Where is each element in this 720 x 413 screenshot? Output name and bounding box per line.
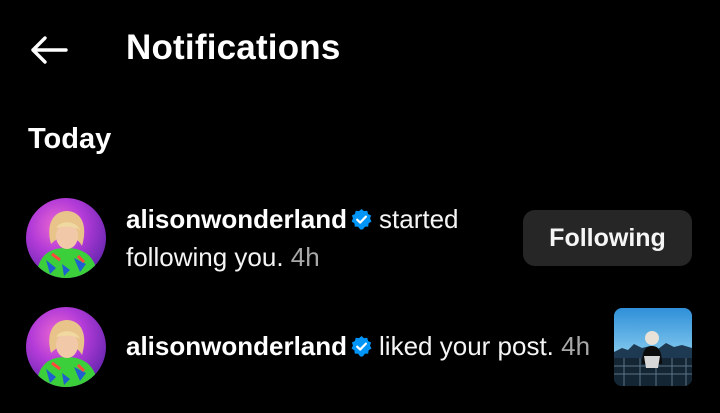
verified-badge-icon bbox=[350, 205, 373, 240]
notification-item[interactable]: alisonwonderland liked your post. 4h bbox=[0, 300, 720, 396]
notification-time: 4h bbox=[561, 331, 591, 361]
avatar[interactable] bbox=[26, 307, 106, 387]
notification-time: 4h bbox=[290, 242, 320, 272]
notification-text: alisonwonderland started following you. 4… bbox=[126, 202, 506, 275]
username-link[interactable]: alisonwonderland bbox=[126, 204, 347, 234]
following-button[interactable]: Following bbox=[523, 210, 692, 266]
arrow-left-icon bbox=[31, 36, 68, 64]
verified-badge-icon bbox=[350, 332, 373, 367]
top-bar: Notifications bbox=[0, 0, 720, 100]
post-thumbnail[interactable] bbox=[614, 308, 692, 386]
back-button[interactable] bbox=[22, 26, 74, 74]
username-link[interactable]: alisonwonderland bbox=[126, 331, 347, 361]
notification-text: alisonwonderland liked your post. 4h bbox=[126, 329, 596, 367]
page-title: Notifications bbox=[126, 28, 341, 67]
notification-action: liked your post. bbox=[379, 331, 554, 361]
notification-item[interactable]: alisonwonderland started following you. 4… bbox=[0, 192, 720, 288]
section-label-today: Today bbox=[28, 123, 112, 155]
avatar[interactable] bbox=[26, 198, 106, 278]
